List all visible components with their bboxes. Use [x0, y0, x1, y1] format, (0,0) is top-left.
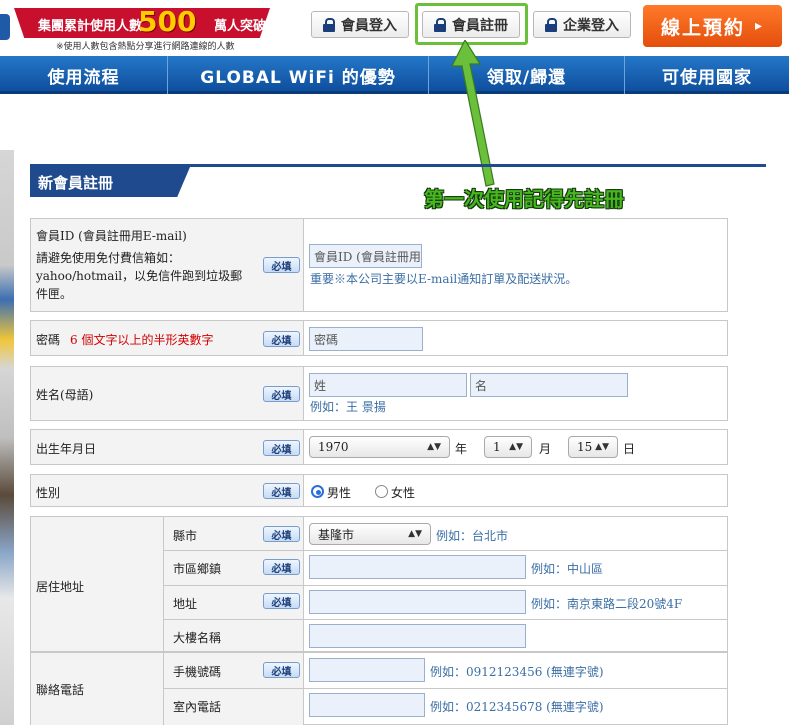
- birth-year-select[interactable]: 1970 ▲▼: [309, 436, 450, 458]
- name-label: 姓名(母語): [36, 388, 94, 402]
- birth-day-value: 15: [577, 440, 593, 454]
- email-label: 會員ID (會員註冊用E-mail): [36, 229, 187, 243]
- birth-year-value: 1970: [318, 440, 349, 454]
- building-label: 大樓名稱: [173, 631, 222, 645]
- birth-day-select[interactable]: 15 ▲▼: [568, 436, 618, 458]
- lock-icon: [545, 17, 557, 32]
- corporate-login-label: 企業登入: [563, 17, 619, 34]
- register-callout: 第一次使用記得先註冊: [424, 187, 624, 211]
- online-reserve-button[interactable]: 線上預約 ▸: [643, 5, 782, 47]
- select-arrows-icon: ▲▼: [595, 442, 609, 452]
- member-login-label: 會員登入: [341, 17, 397, 34]
- section-rule: [30, 164, 766, 167]
- required-badge: 必填: [263, 257, 300, 273]
- divider: [164, 688, 728, 689]
- address-label: 居住地址: [36, 580, 85, 594]
- side-photo-strip: [0, 150, 14, 725]
- district-hint: 例如：中山區: [531, 562, 604, 576]
- street-address-field[interactable]: [309, 590, 526, 614]
- corporate-login-button[interactable]: 企業登入: [533, 11, 631, 38]
- gender-male-label[interactable]: 男性: [327, 484, 351, 501]
- birthday-label: 出生年月日: [36, 442, 97, 456]
- phone-label: 聯絡電話: [36, 683, 85, 697]
- nav-item-countries[interactable]: 可使用國家: [625, 56, 789, 94]
- year-unit: 年: [455, 442, 468, 456]
- select-arrows-icon: ▲▼: [509, 442, 523, 452]
- required-badge: 必填: [263, 483, 300, 499]
- reserve-label: 線上預約: [660, 16, 745, 39]
- logo-fragment: [0, 14, 10, 40]
- gender-female-radio[interactable]: [375, 485, 388, 498]
- month-unit: 月: [539, 442, 552, 456]
- required-badge: 必填: [263, 331, 300, 347]
- city-hint: 例如：台北市: [436, 529, 509, 543]
- select-arrows-icon: ▲▼: [427, 442, 441, 452]
- nav-item-advantages[interactable]: GLOBAL WiFi 的優勢: [168, 56, 429, 94]
- required-badge: 必填: [263, 593, 300, 609]
- city-select[interactable]: 基隆市 ▲▼: [309, 523, 431, 545]
- gender-female-label[interactable]: 女性: [391, 484, 415, 501]
- mobile-hint: 例如：0912123456 (無連字號): [430, 665, 604, 679]
- banner-suffix: 萬人突破: [214, 19, 267, 34]
- password-label: 密碼: [36, 333, 61, 347]
- select-arrows-icon: ▲▼: [408, 529, 422, 539]
- mobile-phone-field[interactable]: [309, 658, 425, 682]
- street-hint: 例如：南京東路二段20號4F: [531, 597, 683, 611]
- birth-month-select[interactable]: 1 ▲▼: [484, 436, 532, 458]
- city-label: 縣市: [173, 529, 198, 543]
- password-rule: 6 個文字以上的半形英數字: [70, 333, 214, 347]
- required-badge: 必填: [263, 559, 300, 575]
- required-badge: 必填: [263, 662, 300, 678]
- name-hint: 例如：王 景揚: [310, 400, 386, 414]
- lock-icon: [323, 17, 335, 32]
- annotation-arrow-icon: [451, 40, 495, 187]
- last-name-field[interactable]: 姓: [309, 373, 467, 397]
- divider: [164, 619, 728, 620]
- day-unit: 日: [623, 442, 636, 456]
- divider: [164, 550, 728, 551]
- required-badge: 必填: [263, 526, 300, 542]
- home-phone-field[interactable]: [309, 693, 425, 717]
- district-field[interactable]: [309, 555, 526, 579]
- banner-prefix: 集團累計使用人數: [38, 19, 143, 34]
- email-note: 請避免使用免付費信箱如：yahoo/hotmail，以免信件跑到垃圾郵件匣。: [36, 251, 243, 301]
- first-name-field[interactable]: 名: [470, 373, 628, 397]
- banner-number: 500: [138, 5, 197, 38]
- gender-male-radio[interactable]: [311, 485, 324, 498]
- home-phone-hint: 例如：0212345678 (無連字號): [430, 700, 604, 714]
- district-label: 市區鄉鎮: [173, 562, 222, 576]
- page-title: 新會員註冊: [30, 167, 190, 197]
- building-name-field[interactable]: [309, 624, 526, 648]
- promo-banner: 集團累計使用人數 500 萬人突破 ※使用人數包含熱點分享進行網路連線的人數: [14, 5, 270, 52]
- member-login-button[interactable]: 會員登入: [311, 11, 409, 38]
- mobile-label: 手機號碼: [173, 665, 222, 679]
- nav-item-process[interactable]: 使用流程: [0, 56, 168, 94]
- email-hint: 重要※本公司主要以E-mail通知訂單及配送狀況。: [310, 272, 578, 286]
- required-badge: 必填: [263, 440, 300, 456]
- street-label: 地址: [173, 597, 198, 611]
- email-field[interactable]: 會員ID (會員註冊用E-mail): [309, 244, 422, 268]
- birth-month-value: 1: [493, 440, 501, 454]
- register-highlight-box: [415, 3, 528, 45]
- city-value: 基隆市: [318, 527, 355, 542]
- banner-note: ※使用人數包含熱點分享進行網路連線的人數: [56, 42, 235, 52]
- caret-right-icon: ▸: [754, 18, 765, 34]
- password-field[interactable]: 密碼: [309, 327, 423, 351]
- required-badge: 必填: [263, 386, 300, 402]
- gender-label: 性別: [36, 486, 61, 500]
- divider: [164, 585, 728, 586]
- home-phone-label: 室內電話: [173, 700, 222, 714]
